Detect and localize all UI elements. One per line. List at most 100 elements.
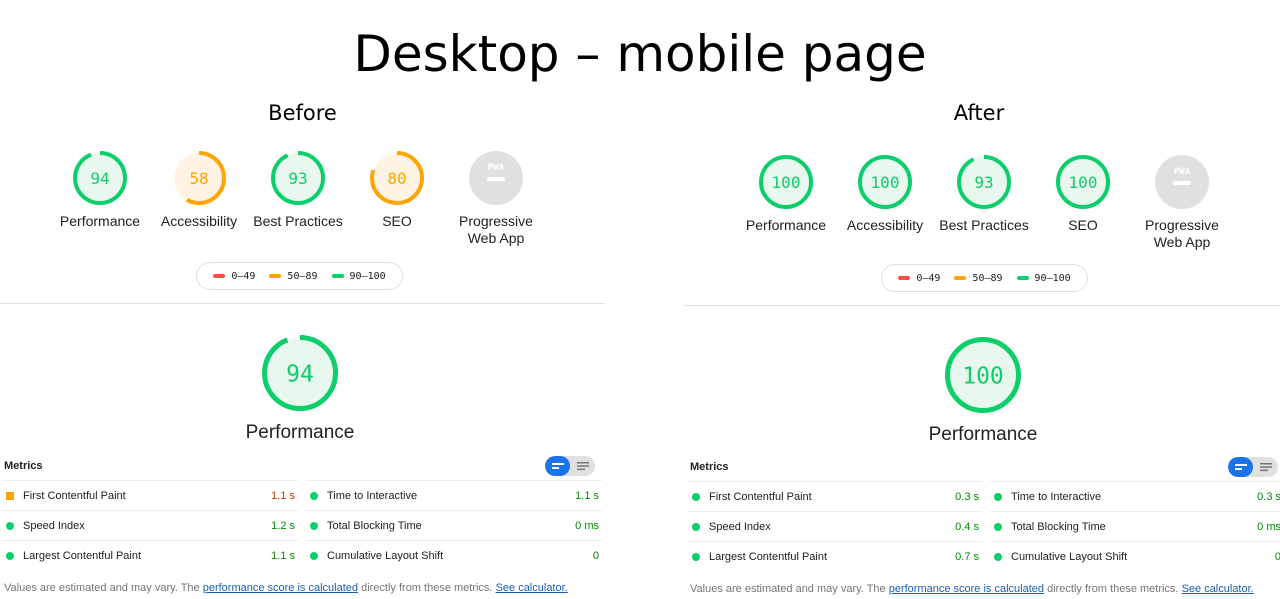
metric-label: Time to Interactive: [327, 489, 418, 502]
metric-row: Time to Interactive 0.3 s: [990, 481, 1280, 511]
gauge-score: 94: [90, 169, 109, 188]
score-legend: 0–49 50–89 90–100: [881, 264, 1088, 292]
metric-row: First Contentful Paint 1.1 s: [2, 480, 298, 510]
metric-row: Speed Index 0.4 s: [688, 511, 982, 541]
metric-value: 1.1 s: [271, 489, 295, 502]
metrics-note: Values are estimated and may vary. The p…: [690, 583, 1254, 595]
score-gauge: 100: [1056, 155, 1110, 209]
gauge-score: 93: [288, 169, 307, 188]
score-calc-link[interactable]: performance score is calculated: [203, 582, 358, 594]
pwa-badge-icon: PWA: [1173, 167, 1191, 185]
main-gauge-label: Performance: [245, 422, 355, 443]
compact-view-icon[interactable]: [545, 456, 570, 476]
metric-value: 0 ms: [575, 519, 599, 532]
metrics-heading: Metrics: [690, 461, 729, 473]
legend-fail: 0–49: [213, 271, 255, 282]
score-legend: 0–49 50–89 90–100: [196, 262, 403, 290]
category-gauge[interactable]: PWA Progressive Web App: [1132, 154, 1232, 251]
score-gauge: 94: [262, 335, 338, 411]
pwa-badge-icon: PWA: [487, 163, 505, 181]
metrics-view-toggle[interactable]: [545, 456, 595, 476]
score-calc-link[interactable]: performance score is calculated: [889, 583, 1044, 595]
gauge-label: Best Practices: [253, 213, 343, 229]
pass-dash-icon: [331, 274, 344, 278]
metric-row: Time to Interactive 1.1 s: [306, 480, 602, 510]
score-gauge: 80: [370, 151, 424, 205]
metric-row: Largest Contentful Paint 0.7 s: [688, 541, 982, 571]
metric-value: 0.3 s: [955, 490, 979, 503]
metric-label: Speed Index: [709, 520, 771, 533]
metric-value: 0 ms: [1257, 520, 1280, 533]
gauge-label: Accessibility: [846, 217, 924, 233]
metric-label: Largest Contentful Paint: [709, 550, 828, 563]
pass-circle-icon: [692, 552, 700, 561]
pass-circle-icon: [692, 492, 700, 501]
gauge-score: 100: [871, 173, 900, 192]
compact-view-icon[interactable]: [1228, 457, 1253, 477]
panel-heading: Before: [268, 101, 337, 125]
legend-pass: 90–100: [331, 271, 386, 282]
metric-row: Cumulative Layout Shift 0: [990, 541, 1280, 571]
pass-dash-icon: [1016, 276, 1029, 280]
metric-label: First Contentful Paint: [709, 490, 812, 503]
pass-circle-icon: [994, 552, 1002, 561]
gauge-score: 80: [387, 169, 406, 188]
metric-label: Total Blocking Time: [327, 519, 422, 532]
metric-value: 0.7 s: [955, 550, 979, 563]
category-gauge[interactable]: 94 Performance: [50, 150, 150, 230]
metric-value: 1.1 s: [575, 489, 599, 502]
svg-text:PWA: PWA: [488, 163, 505, 173]
metric-row: Speed Index 1.2 s: [2, 510, 298, 540]
category-gauge[interactable]: 93 Best Practices: [248, 150, 348, 230]
category-gauge[interactable]: PWA Progressive Web App: [446, 150, 546, 247]
pass-circle-icon: [994, 522, 1002, 531]
gauge-score: 100: [772, 173, 801, 192]
pass-circle-icon: [6, 521, 14, 530]
metric-label: Cumulative Layout Shift: [1011, 550, 1128, 563]
metric-row: First Contentful Paint 0.3 s: [688, 481, 982, 511]
score-gauge: 93: [957, 155, 1011, 209]
metric-row: Total Blocking Time 0 ms: [990, 511, 1280, 541]
gauge-label: Progressive Web App: [459, 213, 533, 246]
category-gauge[interactable]: 80 SEO: [347, 150, 447, 230]
metric-row: Total Blocking Time 0 ms: [306, 510, 602, 540]
performance-main-gauge: 100 Performance: [928, 336, 1038, 446]
metric-value: 0.4 s: [955, 520, 979, 533]
legend-average: 50–89: [954, 273, 1003, 284]
fail-dash-icon: [213, 274, 226, 278]
expanded-view-icon[interactable]: [570, 456, 595, 476]
score-gauge: 100: [945, 337, 1021, 413]
metric-label: Cumulative Layout Shift: [327, 549, 444, 562]
pass-circle-icon: [692, 522, 700, 531]
see-calculator-link[interactable]: See calculator.: [496, 582, 568, 594]
category-gauge[interactable]: 93 Best Practices: [934, 154, 1034, 234]
gauge-score: 58: [189, 169, 208, 188]
category-gauge[interactable]: 100 Accessibility: [835, 154, 935, 234]
expanded-view-icon[interactable]: [1253, 457, 1278, 477]
average-dash-icon: [954, 276, 967, 280]
gauge-score: 94: [286, 361, 314, 387]
average-dash-icon: [269, 274, 282, 278]
metric-label: Total Blocking Time: [1011, 520, 1106, 533]
metric-row: Cumulative Layout Shift 0: [306, 540, 602, 570]
metrics-note: Values are estimated and may vary. The p…: [4, 582, 568, 594]
panel-heading: After: [953, 101, 1005, 125]
category-gauge[interactable]: 58 Accessibility: [149, 150, 249, 230]
gauge-score: 93: [974, 173, 993, 192]
category-gauge[interactable]: 100 SEO: [1033, 154, 1133, 234]
metric-row: Largest Contentful Paint 1.1 s: [2, 540, 298, 570]
metrics-view-toggle[interactable]: [1228, 457, 1278, 477]
gauge-label: Performance: [59, 213, 141, 229]
see-calculator-link[interactable]: See calculator.: [1182, 583, 1254, 595]
category-gauge[interactable]: 100 Performance: [736, 154, 836, 234]
gauge-label: Best Practices: [939, 217, 1029, 233]
legend-average: 50–89: [269, 271, 318, 282]
pass-circle-icon: [6, 551, 14, 560]
legend-fail: 0–49: [898, 273, 940, 284]
pwa-badge: PWA: [1155, 155, 1209, 209]
divider: [684, 305, 1280, 306]
metric-label: First Contentful Paint: [23, 489, 126, 502]
metrics-grid: First Contentful Paint 1.1 s Time to Inter…: [2, 480, 602, 570]
score-gauge: 94: [73, 151, 127, 205]
pass-circle-icon: [310, 491, 318, 500]
